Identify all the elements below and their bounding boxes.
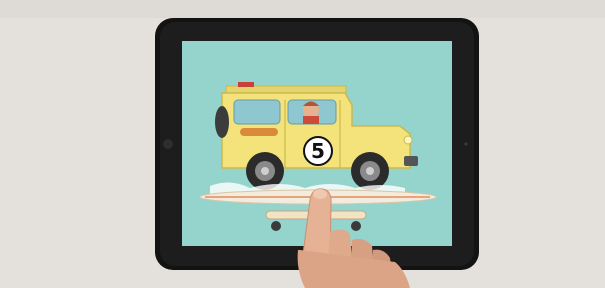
front-bumper	[404, 156, 418, 166]
roof-rack	[225, 85, 347, 94]
side-decal	[240, 128, 278, 136]
roof-light	[238, 82, 254, 87]
driver-icon	[303, 101, 319, 124]
front-wheel	[351, 152, 389, 190]
photo-scene: 5	[0, 0, 605, 288]
driver-shirt	[303, 116, 319, 124]
number-badge-label: 5	[311, 139, 325, 163]
fingernail	[313, 189, 327, 199]
photo-canvas: 5	[0, 0, 605, 288]
rear-window	[233, 99, 281, 125]
camera-icon	[464, 142, 468, 146]
home-button[interactable]	[163, 139, 173, 149]
background-top-shade	[0, 0, 605, 18]
headlight	[403, 135, 413, 145]
spare-tire	[215, 106, 229, 138]
